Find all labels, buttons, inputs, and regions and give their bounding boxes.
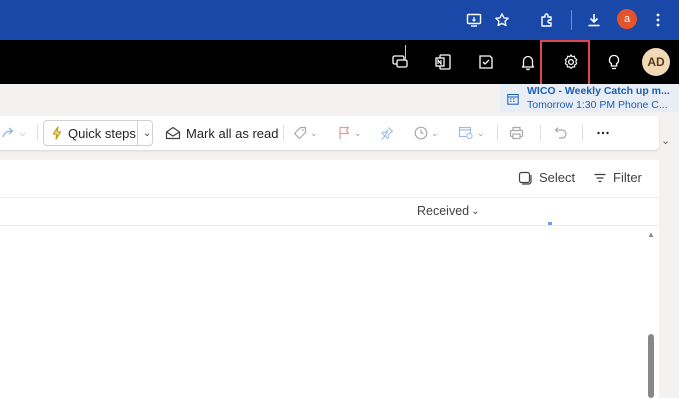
- select-label: Select: [539, 170, 576, 185]
- filter-button[interactable]: Filter: [593, 170, 642, 185]
- chevron-down-icon: ⌄: [431, 127, 439, 138]
- bookmark-star-icon[interactable]: [490, 8, 514, 32]
- print-button[interactable]: [509, 116, 524, 150]
- filter-label: Filter: [613, 170, 642, 185]
- open-envelope-icon: [165, 126, 181, 140]
- flag-icon: [339, 126, 350, 139]
- browser-menu-icon[interactable]: [646, 8, 670, 32]
- select-checkbox-icon: [518, 171, 532, 185]
- todo-icon[interactable]: [474, 50, 498, 74]
- chevron-down-icon: ⌄: [354, 127, 362, 138]
- toolbar-divider: [37, 125, 38, 141]
- forward-arrow-icon: [2, 127, 14, 138]
- quick-steps-button[interactable]: Quick steps: [50, 116, 136, 150]
- more-options-button[interactable]: [596, 116, 610, 150]
- chevron-down-icon: ⌄: [477, 127, 485, 138]
- flag-button[interactable]: ⌄: [337, 116, 362, 150]
- printer-icon: [509, 126, 524, 140]
- chevron-down-icon: ⌄: [471, 205, 480, 217]
- more-horizontal-icon: [597, 131, 609, 135]
- onenote-icon[interactable]: [431, 50, 455, 74]
- outlook-header: [0, 40, 679, 84]
- received-sort-label: Received: [417, 204, 470, 218]
- chevron-down-icon: ⌄: [310, 127, 318, 138]
- reminder-title: WICO - Weekly Catch up m...: [527, 85, 670, 97]
- scrollbar-thumb[interactable]: [648, 334, 654, 398]
- toolbar-divider: [540, 125, 541, 141]
- tag-icon: [293, 126, 307, 140]
- extensions-icon[interactable]: [535, 8, 559, 32]
- tips-lightbulb-icon[interactable]: [602, 50, 626, 74]
- forward-button[interactable]: ⌵: [2, 116, 26, 150]
- chat-icon[interactable]: [388, 50, 412, 74]
- ribbon-expand-chevron-icon[interactable]: ⌄: [661, 134, 670, 147]
- categorize-button[interactable]: ⌄: [293, 116, 318, 150]
- select-button[interactable]: Select: [518, 170, 575, 185]
- lightning-icon: [52, 126, 62, 140]
- chevron-down-icon: ⌄: [143, 127, 152, 139]
- pin-icon: [381, 127, 394, 140]
- received-sort-header[interactable]: Received ⌄: [417, 204, 480, 218]
- undo-button[interactable]: [554, 116, 568, 150]
- notifications-bell-icon[interactable]: [516, 50, 540, 74]
- message-list-panel: Select Filter Received ⌄: [0, 160, 659, 398]
- command-toolbar: ⌵ Quick steps ⌄ Mark all as read ⌄ ⌄ ⌄ ⌄: [0, 116, 659, 150]
- toolbar-divider: [582, 125, 583, 141]
- rules-button[interactable]: ⌄: [458, 116, 485, 150]
- scroll-up-arrow-icon[interactable]: ▲: [646, 229, 656, 239]
- toolbar-divider: [497, 125, 498, 141]
- chevron-down-icon[interactable]: ⌵: [19, 128, 26, 139]
- column-divider: [405, 45, 406, 61]
- toolbar-divider: [571, 10, 572, 30]
- snooze-button[interactable]: ⌄: [414, 116, 439, 150]
- clock-icon: [414, 126, 428, 140]
- account-avatar[interactable]: AD: [642, 48, 670, 76]
- browser-toolbar: a: [0, 0, 679, 40]
- download-icon[interactable]: [582, 8, 606, 32]
- move-to-icon: [458, 126, 473, 140]
- mark-all-as-read-button[interactable]: Mark all as read: [165, 116, 278, 150]
- pin-button[interactable]: [380, 116, 394, 150]
- meeting-reminder[interactable]: WICO - Weekly Catch up m... Tomorrow 1:3…: [500, 84, 679, 112]
- quick-steps-dropdown[interactable]: ⌄: [140, 116, 151, 150]
- undo-icon: [554, 127, 567, 139]
- browser-profile-avatar[interactable]: a: [617, 9, 637, 29]
- message-list-header: Select Filter: [0, 160, 659, 198]
- unread-indicator: [548, 222, 552, 225]
- reminder-subtitle: Tomorrow 1:30 PM Phone C...: [527, 99, 668, 111]
- toolbar-divider: [283, 125, 284, 141]
- settings-gear-icon[interactable]: [559, 50, 583, 74]
- column-header-row: Received ⌄: [0, 198, 659, 226]
- calendar-icon: [507, 92, 519, 105]
- filter-lines-icon: [594, 173, 606, 182]
- mark-all-as-read-label: Mark all as read: [186, 125, 279, 141]
- cast-icon[interactable]: [462, 8, 486, 32]
- quick-steps-label: Quick steps: [68, 125, 136, 141]
